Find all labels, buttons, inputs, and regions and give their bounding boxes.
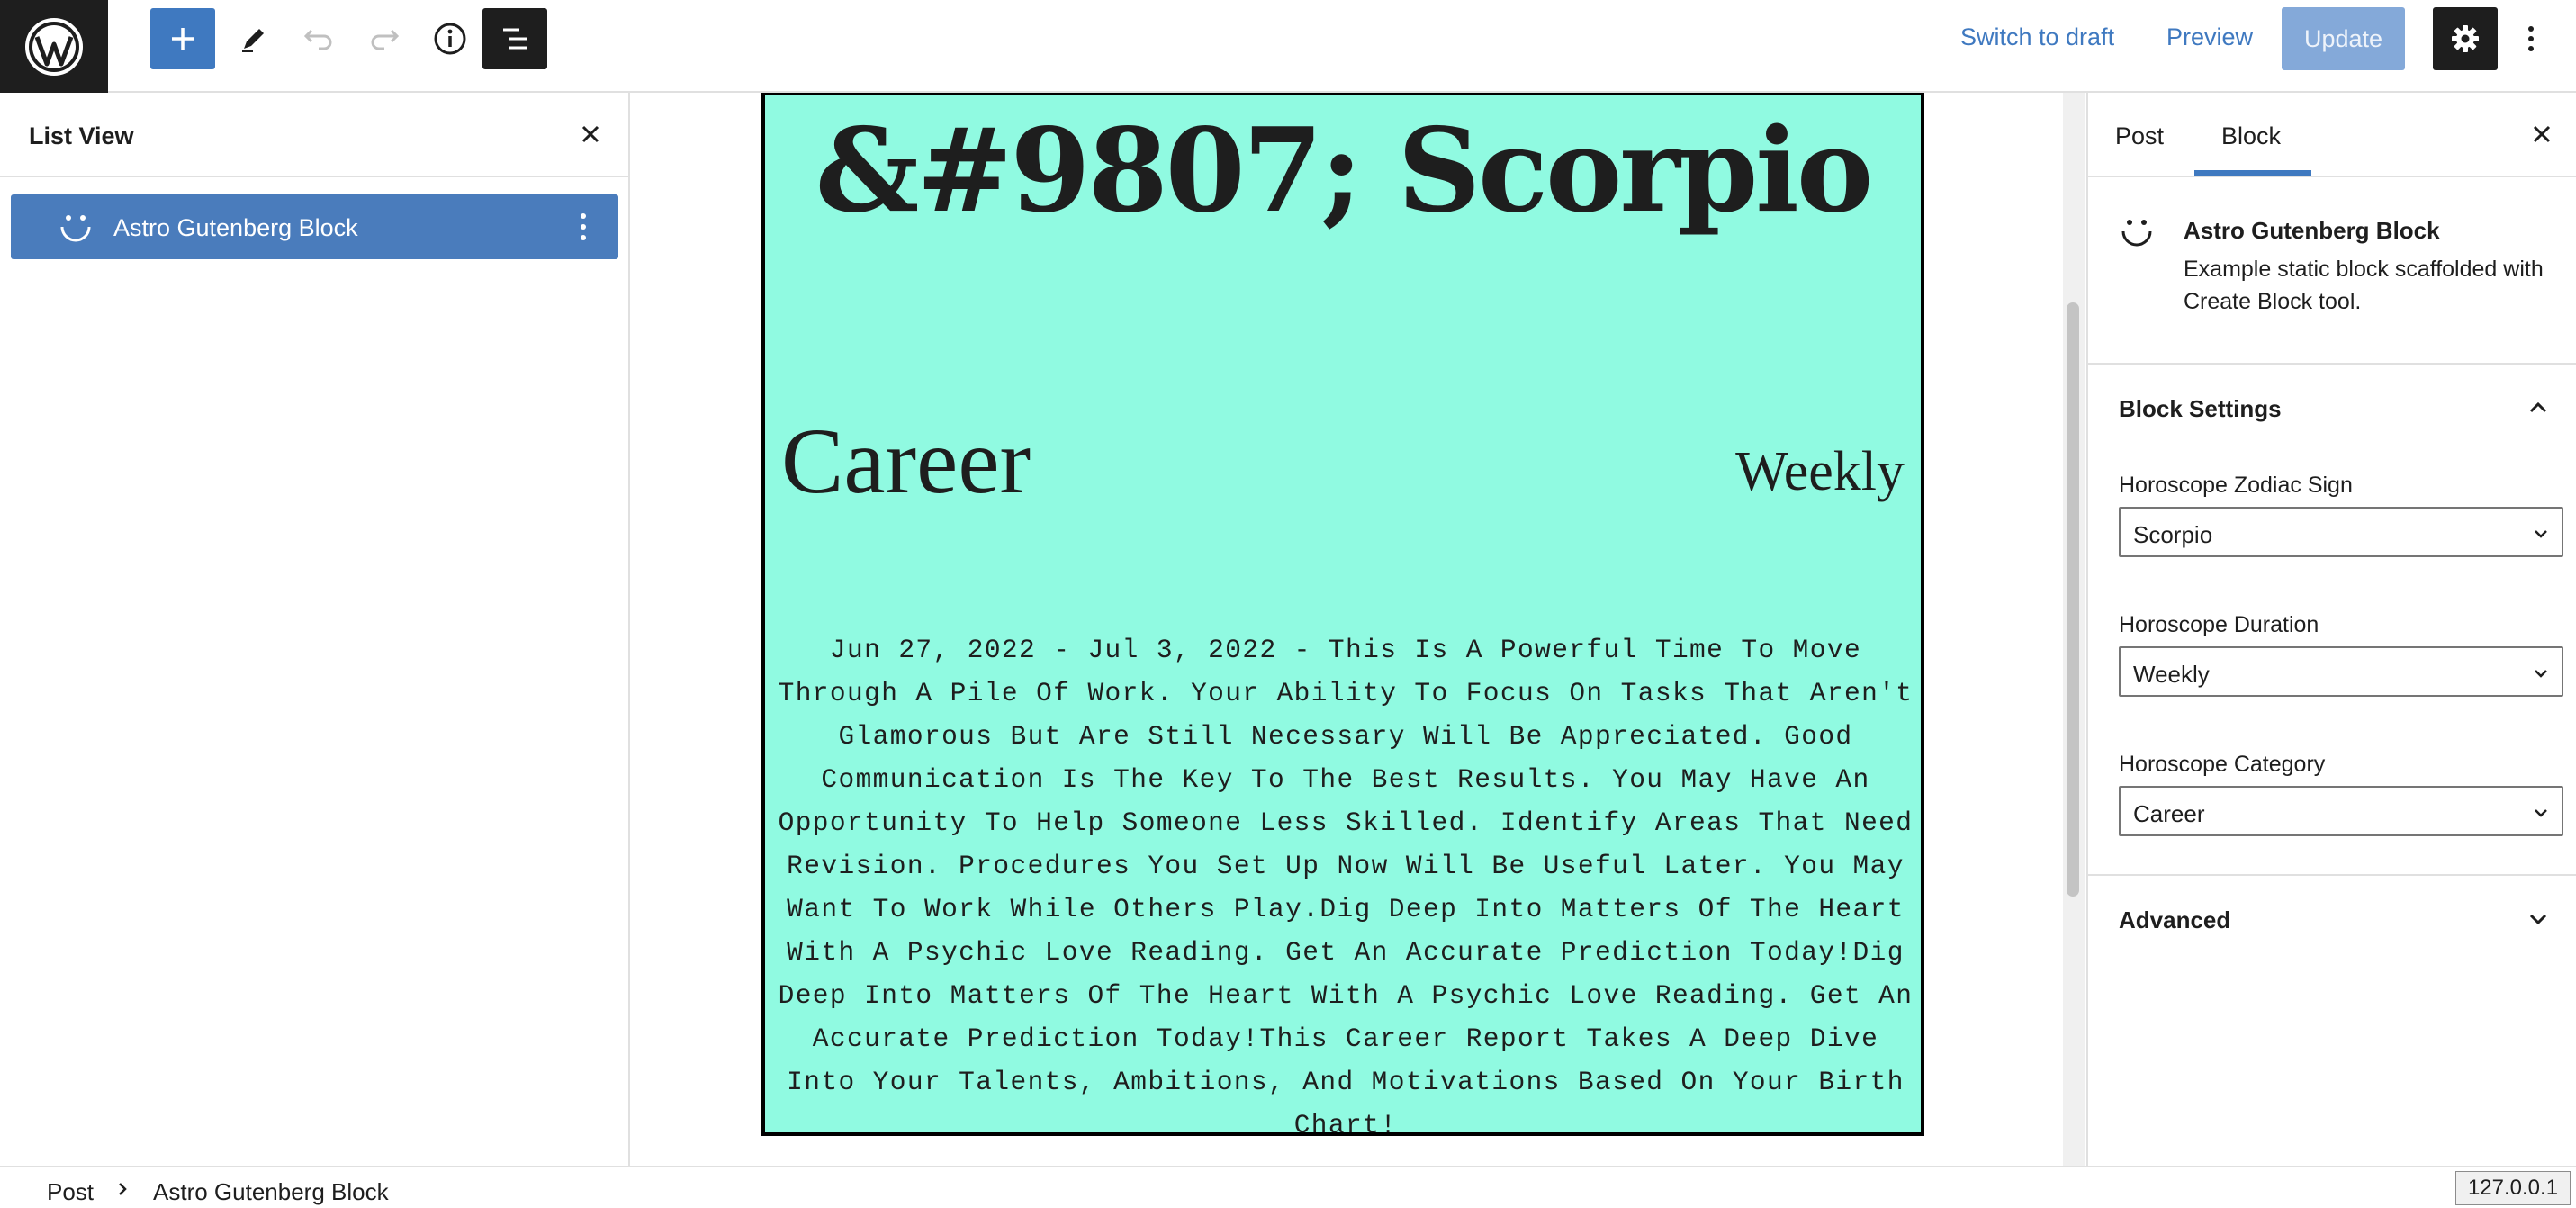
close-icon[interactable]	[2527, 120, 2556, 149]
close-icon[interactable]	[574, 118, 607, 150]
chevron-right-icon	[119, 1183, 127, 1195]
smiley-icon	[60, 215, 91, 242]
chevron-down-icon	[2535, 530, 2547, 538]
editor-canvas: &#9807; Scorpio Career Weekly Jun 27, 20…	[630, 93, 2086, 1166]
tab-post[interactable]: Post	[2115, 122, 2164, 150]
list-view-header: List View	[0, 93, 628, 177]
block-card-title: Astro Gutenberg Block	[2184, 217, 2440, 244]
editor-toolbar: Switch to draft Preview Update	[0, 0, 2576, 93]
redo-icon	[371, 29, 400, 50]
list-view-icon	[503, 28, 527, 50]
add-block-button[interactable]	[150, 8, 215, 69]
more-vertical-icon	[2528, 26, 2534, 51]
more-vertical-icon[interactable]	[580, 211, 587, 243]
breadcrumb-post[interactable]: Post	[47, 1178, 94, 1206]
horoscope-text: Jun 27, 2022 - Jul 3, 2022 - This Is A P…	[778, 635, 1914, 1140]
info-icon	[434, 23, 466, 55]
list-view-item-label: Astro Gutenberg Block	[113, 214, 358, 241]
host-status: 127.0.0.1	[2455, 1171, 2571, 1205]
active-tab-indicator	[2194, 170, 2311, 176]
options-button[interactable]	[2513, 7, 2549, 70]
zodiac-sign-value: Scorpio	[2133, 521, 2213, 548]
duration-value: Weekly	[2133, 661, 2210, 688]
category-select[interactable]: Career	[2119, 786, 2563, 836]
update-button[interactable]: Update	[2282, 7, 2405, 70]
advanced-panel: Advanced	[2088, 876, 2576, 966]
category-value: Career	[2133, 800, 2205, 827]
zodiac-sign-select[interactable]: Scorpio	[2119, 507, 2563, 557]
zodiac-sign-heading: &#9807; Scorpio	[815, 104, 1874, 239]
gear-icon	[2452, 25, 2479, 52]
list-view-title: List View	[29, 122, 134, 149]
chevron-down-icon	[2535, 670, 2547, 678]
tools-button[interactable]	[221, 8, 286, 69]
astro-horoscope-block[interactable]: &#9807; Scorpio Career Weekly Jun 27, 20…	[761, 93, 1924, 1140]
list-view-button[interactable]	[482, 8, 547, 69]
advanced-toggle[interactable]: Advanced	[2119, 906, 2230, 934]
settings-button[interactable]	[2433, 7, 2498, 70]
block-settings-toggle[interactable]: Block Settings	[2119, 395, 2282, 423]
zodiac-sign-label: Horoscope Zodiac Sign	[2119, 473, 2353, 498]
list-view-panel: List View Astro Gutenberg Block	[0, 93, 630, 1166]
undo-icon	[303, 29, 332, 50]
block-settings-panel: Block Settings Horoscope Zodiac Sign Sco…	[2088, 365, 2576, 876]
breadcrumb-bar: Post Astro Gutenberg Block 127.0.0.1	[0, 1166, 2576, 1208]
block-card: Astro Gutenberg Block Example static blo…	[2088, 177, 2576, 365]
horoscope-category-label: Career	[781, 410, 1031, 513]
horoscope-duration-label: Weekly	[1735, 441, 1905, 502]
category-label: Horoscope Category	[2119, 752, 2326, 777]
duration-select[interactable]: Weekly	[2119, 646, 2563, 697]
redo-button[interactable]	[352, 8, 417, 69]
chevron-down-icon[interactable]	[2526, 906, 2551, 932]
plus-icon	[172, 28, 194, 50]
duration-label: Horoscope Duration	[2119, 612, 2319, 637]
preview-button[interactable]: Preview	[2166, 23, 2253, 51]
settings-sidebar: Post Block Astro Gutenberg Block Example…	[2086, 93, 2576, 1166]
undo-button[interactable]	[286, 8, 351, 69]
canvas-scrollbar-thumb[interactable]	[2067, 302, 2079, 897]
chevron-up-icon[interactable]	[2526, 395, 2551, 420]
wordpress-logo-icon[interactable]	[0, 0, 108, 93]
breadcrumb-block[interactable]: Astro Gutenberg Block	[153, 1178, 389, 1206]
list-view-item[interactable]: Astro Gutenberg Block	[11, 194, 618, 259]
switch-to-draft-button[interactable]: Switch to draft	[1960, 23, 2114, 51]
tab-block[interactable]: Block	[2221, 122, 2281, 150]
smiley-icon	[2121, 220, 2152, 247]
sidebar-tabs: Post Block	[2088, 93, 2576, 177]
pencil-icon	[242, 29, 264, 52]
details-button[interactable]	[418, 8, 482, 69]
block-card-description: Example static block scaffolded with Cre…	[2184, 257, 2544, 314]
chevron-down-icon	[2535, 809, 2547, 817]
